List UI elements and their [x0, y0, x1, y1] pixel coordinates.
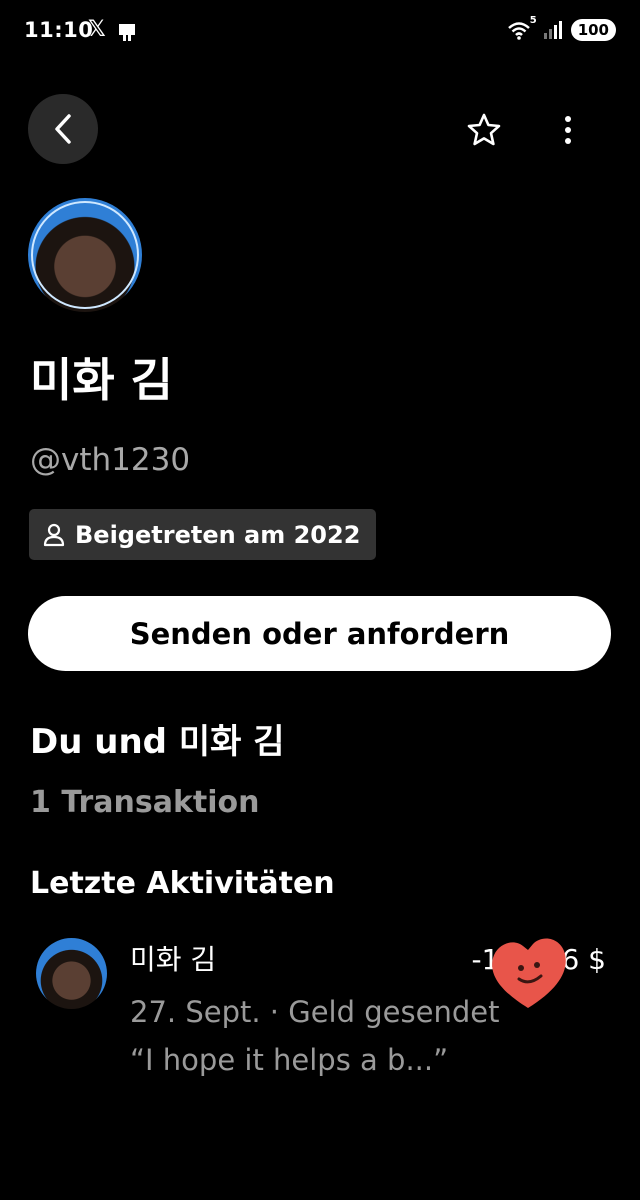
- joined-badge: Beigetreten am 2022: [29, 509, 377, 560]
- person-icon: [43, 523, 65, 546]
- send-or-request-button[interactable]: Senden oder anfordern: [28, 596, 611, 671]
- x-app-icon: 𝕏: [88, 17, 106, 42]
- joined-text: Beigetreten am 2022: [75, 520, 361, 549]
- activity-avatar: [36, 938, 107, 1009]
- battery-indicator: 100: [570, 19, 616, 41]
- signal-icon: [543, 21, 562, 39]
- status-right-icons: 5 100: [507, 15, 616, 41]
- profile-avatar[interactable]: [28, 198, 142, 312]
- activity-meta: 27. Sept. · Geld gesendet: [130, 995, 500, 1029]
- favorite-button[interactable]: [464, 110, 504, 150]
- wifi-icon: 5: [507, 15, 537, 41]
- activity-name: 미화 김: [130, 943, 217, 976]
- profile-username: @vth1230: [30, 442, 191, 478]
- heart-sticker: [492, 938, 566, 1008]
- avatar-ring: [31, 201, 139, 309]
- back-button[interactable]: [28, 94, 98, 164]
- recent-activities-title: Letzte Aktivitäten: [30, 866, 335, 901]
- status-bar: 11:10 𝕏 5 100: [0, 0, 640, 66]
- status-time: 11:10: [24, 18, 94, 42]
- more-vertical-icon: [565, 116, 571, 144]
- more-options-button[interactable]: [552, 110, 584, 150]
- star-outline-icon: [467, 113, 501, 146]
- transaction-count[interactable]: 1 Transaktion: [30, 782, 260, 824]
- profile-name: 미화 김: [30, 353, 173, 407]
- shared-section-title: Du und 미화 김: [30, 722, 285, 762]
- activity-note: “I hope it helps a b...”: [130, 1043, 449, 1077]
- chevron-left-icon: [55, 114, 71, 144]
- notification-icon: [119, 24, 135, 41]
- wifi-badge: 5: [529, 15, 537, 26]
